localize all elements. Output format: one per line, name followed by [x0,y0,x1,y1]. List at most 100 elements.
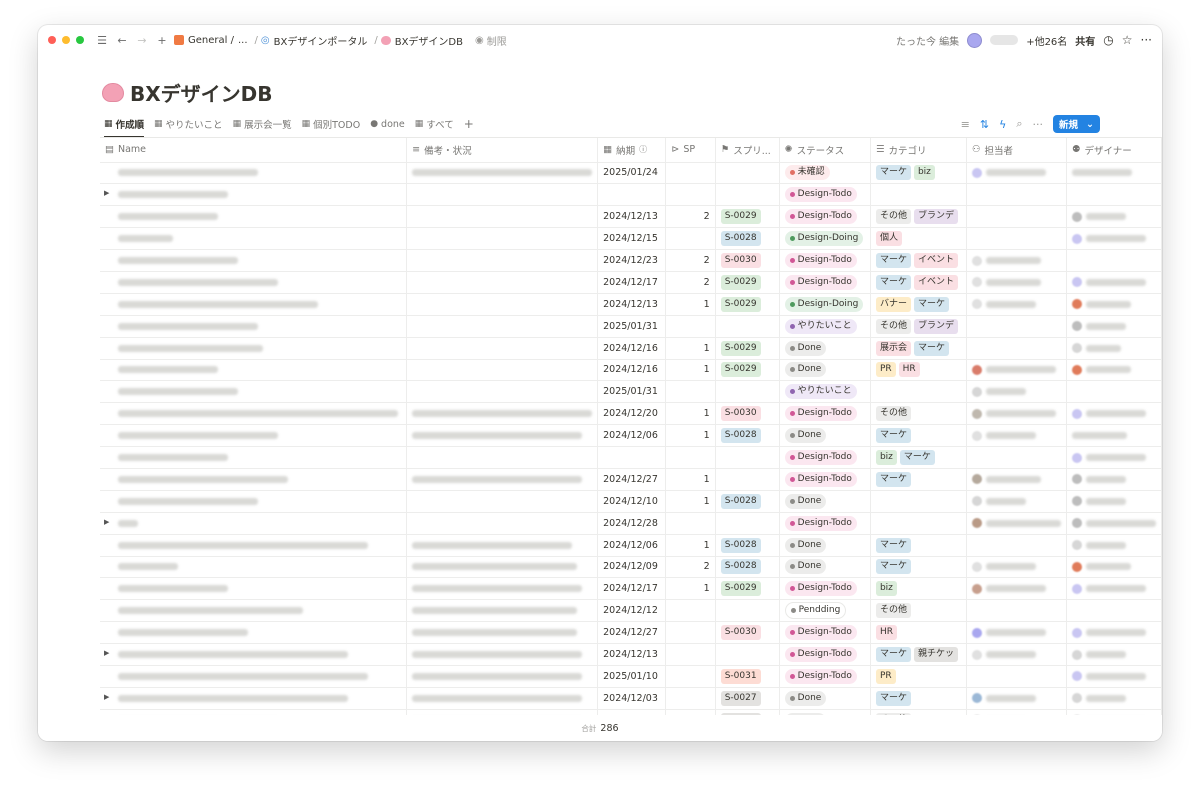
cell-designer[interactable] [1066,402,1162,426]
table-row[interactable]: 2024/12/23 2 S-0030 Design-Todo マーケ イベント [100,249,1162,272]
cell-status[interactable]: やりたいこと [779,380,871,404]
cell-name[interactable] [100,402,408,426]
cell-sprint[interactable]: S-0030 [715,402,780,426]
cell-due-date[interactable]: 2024/12/27 [597,468,667,491]
table-row[interactable]: 2025/01/31 やりたいこと [100,380,1162,404]
cell-status[interactable]: Design-Doing [779,293,871,316]
cell-name[interactable] [100,577,408,601]
cell-assignee[interactable] [966,468,1067,491]
cell-designer[interactable] [1066,665,1162,688]
column-header-assignee[interactable]: ⚇ 担当者 [966,138,1067,163]
table-row[interactable]: 2024/12/15 S-0028 Design-Doing 個人 [100,227,1162,251]
cell-due-date[interactable] [597,446,667,469]
cell-due-date[interactable]: 2024/12/06 [597,424,667,448]
cell-designer[interactable] [1066,599,1162,623]
cell-sp[interactable]: 1 [665,402,716,426]
cell-sprint[interactable]: S-0030 [715,621,780,645]
column-header-sp[interactable]: ⊳ SP [665,138,716,163]
column-header-status[interactable]: ✺ ステータス [779,138,871,163]
cell-status[interactable]: Design-Todo [779,271,871,294]
cell-due-date[interactable]: 2024/12/17 [597,577,667,601]
cell-notes[interactable] [406,293,599,316]
cell-due-date[interactable]: 2024/12/16 [597,359,667,382]
cell-name[interactable]: ▶ [100,643,408,666]
cell-designer[interactable] [1066,621,1162,645]
cell-due-date[interactable]: 2024/12/15 [597,227,667,251]
column-header-due-date[interactable]: ▦ 納期 ⓘ [597,138,667,163]
cell-designer[interactable] [1066,468,1162,491]
cell-assignee[interactable] [966,402,1067,426]
cell-sprint[interactable]: S-0029 [715,577,780,601]
cell-assignee[interactable] [966,424,1067,448]
cell-notes[interactable] [406,577,599,601]
cell-due-date[interactable]: 2025/01/31 [597,315,667,338]
cell-due-date[interactable]: 2025/01/10 [597,665,667,688]
tab-view-2[interactable]: ▦ 展示会一覧 [233,115,292,133]
cell-category[interactable]: 展示会 マーケ [870,337,967,360]
cell-category[interactable]: マーケ [870,556,967,579]
favorite-star-icon[interactable]: ☆ [1122,33,1133,47]
cell-assignee[interactable] [966,621,1067,645]
cell-category[interactable]: PR HR [870,359,967,382]
breadcrumb-current[interactable]: BXデザインDB [380,33,463,48]
table-row[interactable]: 2025/01/10 S-0031 Design-Todo PR [100,665,1162,688]
cell-sp[interactable] [665,315,716,338]
cell-sp[interactable]: 1 [665,337,716,360]
cell-name[interactable] [100,424,408,448]
table-row[interactable]: 2024/12/16 1 S-0029 Done PR HR [100,359,1162,382]
cell-sp[interactable]: 1 [665,359,716,382]
sort-icon[interactable]: ⇅ [980,118,989,131]
cell-sp[interactable]: 2 [665,556,716,579]
cell-name[interactable] [100,293,408,316]
cell-sp[interactable]: 1 [665,468,716,491]
cell-notes[interactable] [406,424,599,448]
cell-status[interactable]: Design-Todo [779,402,871,426]
cell-notes[interactable] [406,665,599,688]
cell-assignee[interactable] [966,293,1067,316]
cell-due-date[interactable]: 2024/12/20 [597,402,667,426]
cell-category[interactable]: その他 [870,599,967,623]
cell-sp[interactable]: 2 [665,271,716,294]
cell-notes[interactable] [406,490,599,513]
cell-designer[interactable] [1066,380,1162,404]
cell-assignee[interactable] [966,183,1067,207]
cell-status[interactable]: Design-Todo [779,468,871,491]
cell-notes[interactable] [406,337,599,360]
table-row[interactable]: ▶ 2024/12/13 Design-Todo マーケ 親チケッ [100,643,1162,666]
cell-name[interactable] [100,446,408,469]
cell-sprint[interactable] [715,643,780,666]
table-row[interactable]: 2024/12/12 Pendding その他 [100,599,1162,623]
cell-designer[interactable] [1066,687,1162,710]
restriction-indicator[interactable]: ◉ 制限 [475,33,507,48]
cell-designer[interactable] [1066,315,1162,338]
cell-notes[interactable] [406,621,599,645]
cell-category[interactable]: マーケ biz [870,162,967,185]
cell-sprint[interactable] [715,183,780,207]
cell-sp[interactable] [665,599,716,623]
cell-notes[interactable] [406,468,599,491]
cell-assignee[interactable] [966,380,1067,404]
cell-sp[interactable]: 1 [665,577,716,601]
table-row[interactable]: 2024/12/27 1 Design-Todo マーケ [100,468,1162,491]
automation-bolt-icon[interactable]: ϟ [999,118,1006,131]
cell-sp[interactable] [665,512,716,535]
back-arrow-icon[interactable]: ← [114,32,130,48]
cell-notes[interactable] [406,205,599,229]
history-clock-icon[interactable]: ◷ [1103,33,1113,47]
tab-view-3[interactable]: ▦ 個別TODO [302,115,361,133]
cell-sp[interactable]: 1 [665,424,716,448]
cell-notes[interactable] [406,249,599,272]
cell-assignee[interactable] [966,359,1067,382]
breadcrumb-general[interactable]: General / [174,35,234,46]
table-row[interactable]: Design-Todo biz マーケ [100,446,1162,469]
cell-notes[interactable] [406,359,599,382]
cell-category[interactable]: HR [870,621,967,645]
cell-due-date[interactable]: 2024/12/12 [597,599,667,623]
cell-designer[interactable] [1066,512,1162,535]
cell-due-date[interactable]: 2024/12/13 [597,205,667,229]
cell-designer[interactable] [1066,556,1162,579]
cell-due-date[interactable]: 2024/12/13 [597,643,667,666]
cell-sp[interactable] [665,227,716,251]
cell-assignee[interactable] [966,162,1067,185]
cell-sprint[interactable]: S-0029 [715,337,780,360]
